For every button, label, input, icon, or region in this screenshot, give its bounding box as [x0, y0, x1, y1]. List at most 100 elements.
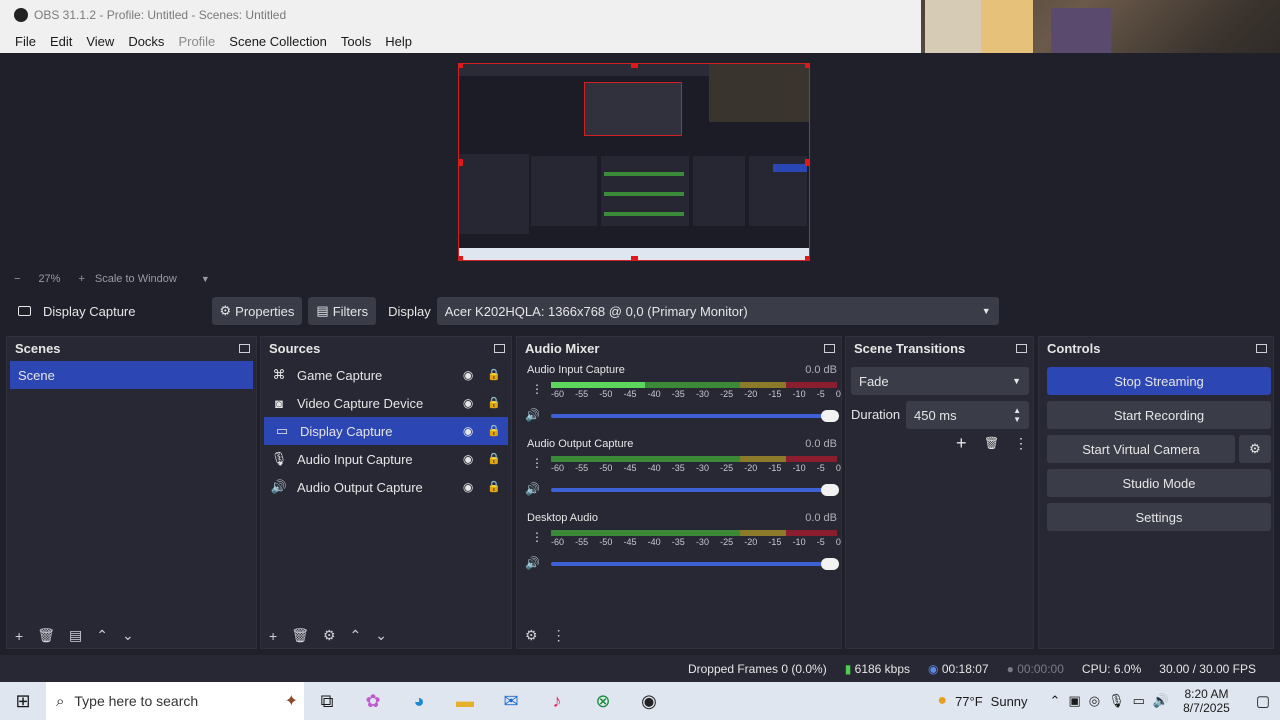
add-transition-icon[interactable]: + — [956, 433, 967, 454]
volume-slider[interactable] — [551, 410, 839, 422]
menu-file[interactable]: File — [8, 34, 43, 49]
start-recording-button[interactable]: Start Recording — [1047, 401, 1271, 429]
undock-icon[interactable] — [239, 343, 250, 353]
remove-source-icon[interactable]: 🗑 — [291, 627, 309, 644]
eye-icon[interactable]: ◉ — [463, 368, 473, 382]
source-item-label: Audio Output Capture — [297, 479, 423, 495]
spin-arrows-icon[interactable]: ▲ ▼ — [1013, 406, 1021, 424]
menu-scene-collection[interactable]: Scene Collection — [222, 34, 334, 49]
scene-item[interactable]: Scene — [10, 361, 253, 389]
menu-edit[interactable]: Edit — [43, 34, 79, 49]
filters-button[interactable]: ▤ Filters — [308, 297, 377, 325]
taskbar-clock[interactable]: 8:20 AM 8/7/2025 — [1183, 687, 1230, 715]
weather-temp[interactable]: 77°F — [955, 694, 983, 709]
lock-icon[interactable]: 🔒 — [487, 368, 501, 382]
add-scene-icon[interactable]: + — [15, 628, 23, 644]
volume-slider-knob[interactable] — [821, 484, 839, 496]
add-source-icon[interactable]: + — [269, 628, 277, 644]
eye-icon[interactable]: ◉ — [463, 452, 473, 466]
eye-icon[interactable]: ◉ — [463, 480, 473, 494]
remove-scene-icon[interactable]: 🗑 — [37, 627, 55, 644]
speaker-icon[interactable]: 🔊 — [525, 408, 540, 422]
studio-mode-button[interactable]: Studio Mode — [1047, 469, 1271, 497]
volume-slider[interactable] — [551, 558, 839, 570]
task-view-icon[interactable]: ⧉ — [304, 682, 350, 720]
scale-mode-label[interactable]: Scale to Window — [95, 273, 177, 285]
file-explorer-icon[interactable]: ▬ — [442, 682, 488, 720]
windows-start-icon[interactable]: ⊞ — [0, 682, 46, 720]
virtual-camera-settings-button[interactable]: ⚙ — [1239, 435, 1271, 463]
copilot-icon[interactable]: ✿ — [350, 682, 396, 720]
notifications-icon[interactable]: ▢ — [1256, 692, 1270, 710]
zoom-in-button[interactable]: + — [78, 273, 84, 285]
tray-chevron-icon[interactable]: ⌃ — [1050, 693, 1061, 709]
eye-icon[interactable]: ◉ — [463, 424, 473, 438]
tray-mic-icon[interactable]: 🎙 — [1108, 693, 1125, 709]
lock-icon[interactable]: 🔒 — [487, 424, 501, 438]
obs-taskbar-icon[interactable]: ◉ — [626, 682, 672, 720]
bitrate-status: ▮ 6186 kbps — [845, 662, 910, 676]
transition-menu-icon[interactable]: ⋮ — [1014, 435, 1028, 452]
tray-app-icon[interactable]: ▣ — [1068, 693, 1080, 709]
scene-filters-icon[interactable]: ▤ — [69, 627, 82, 644]
start-virtual-camera-button[interactable]: Start Virtual Camera — [1047, 435, 1235, 463]
settings-button[interactable]: Settings — [1047, 503, 1271, 531]
speaker-icon[interactable]: 🔊 — [525, 482, 540, 496]
menu-tools[interactable]: Tools — [334, 34, 378, 49]
undock-icon[interactable] — [494, 343, 505, 353]
channel-menu-icon[interactable]: ⋮ — [531, 456, 543, 470]
menu-help[interactable]: Help — [378, 34, 419, 49]
channel-name: Audio Output Capture — [527, 438, 634, 450]
weather-desc[interactable]: Sunny — [991, 694, 1028, 709]
tiktok-icon[interactable]: ♪ — [534, 682, 580, 720]
source-item-display-capture[interactable]: ▭ Display Capture ◉ 🔒 — [264, 417, 508, 445]
move-down-icon[interactable]: ⌄ — [375, 627, 387, 644]
outlook-icon[interactable]: ✉ — [488, 682, 534, 720]
menu-docks[interactable]: Docks — [121, 34, 171, 49]
tray-network-share-icon[interactable]: ◎ — [1089, 693, 1100, 709]
transition-select[interactable]: Fade ▼ — [851, 367, 1029, 395]
meter-tick-label: -60 — [551, 463, 565, 473]
stop-streaming-button[interactable]: Stop Streaming — [1047, 367, 1271, 395]
tray-network-icon[interactable]: ▭ — [1133, 693, 1145, 709]
zoom-out-button[interactable]: − — [14, 273, 20, 285]
undock-icon[interactable] — [1016, 343, 1027, 353]
duration-spinbox[interactable]: 450 ms ▲ ▼ — [906, 401, 1029, 429]
move-down-icon[interactable]: ⌄ — [122, 627, 134, 644]
lock-icon[interactable]: 🔒 — [487, 480, 501, 494]
source-item-audio-output-capture[interactable]: 🔊 Audio Output Capture ◉ 🔒 — [261, 473, 511, 501]
sun-weather-icon[interactable]: ● — [937, 692, 947, 710]
volume-slider[interactable] — [551, 484, 839, 496]
lock-icon[interactable]: 🔒 — [487, 452, 501, 466]
source-item-game-capture[interactable]: ⌘ Game Capture ◉ 🔒 — [261, 361, 511, 389]
meter-tick-label: -20 — [744, 537, 758, 547]
tray-volume-icon[interactable]: 🔊 — [1153, 693, 1169, 709]
channel-menu-icon[interactable]: ⋮ — [531, 382, 543, 396]
source-item-audio-input-capture[interactable]: 🎙 Audio Input Capture ◉ 🔒 — [261, 445, 511, 473]
move-up-icon[interactable]: ⌃ — [96, 627, 108, 644]
eye-icon[interactable]: ◉ — [463, 396, 473, 410]
menu-view[interactable]: View — [79, 34, 121, 49]
menu-profile[interactable]: Profile — [171, 34, 222, 49]
source-properties-icon[interactable]: ⚙ — [323, 627, 336, 644]
lock-icon[interactable]: 🔒 — [487, 396, 501, 410]
xbox-icon[interactable]: ⊗ — [580, 682, 626, 720]
properties-button[interactable]: ⚙ Properties — [211, 297, 303, 325]
mixer-menu-icon[interactable]: ⋮ — [552, 627, 566, 644]
edge-browser-icon[interactable]: ◕ — [396, 682, 442, 720]
source-item-video-capture-device[interactable]: ◙ Video Capture Device ◉ 🔒 — [261, 389, 511, 417]
preview-canvas[interactable] — [458, 63, 810, 261]
display-select[interactable]: Acer K202HQLA: 1366x768 @ 0,0 (Primary M… — [436, 297, 999, 325]
move-up-icon[interactable]: ⌃ — [350, 627, 362, 644]
volume-slider-knob[interactable] — [821, 410, 839, 422]
taskbar-search-box[interactable]: ⌕ Type here to search ✦ — [46, 682, 304, 720]
volume-slider-knob[interactable] — [821, 558, 839, 570]
remove-transition-icon[interactable]: 🗑 — [984, 436, 999, 450]
advanced-audio-icon[interactable]: ⚙ — [525, 627, 538, 644]
undock-icon[interactable] — [824, 343, 835, 353]
meter-tick-label: -35 — [671, 389, 685, 399]
speaker-icon[interactable]: 🔊 — [525, 556, 540, 570]
channel-menu-icon[interactable]: ⋮ — [531, 530, 543, 544]
chevron-down-icon[interactable]: ▼ — [201, 274, 210, 284]
undock-icon[interactable] — [1256, 343, 1267, 353]
